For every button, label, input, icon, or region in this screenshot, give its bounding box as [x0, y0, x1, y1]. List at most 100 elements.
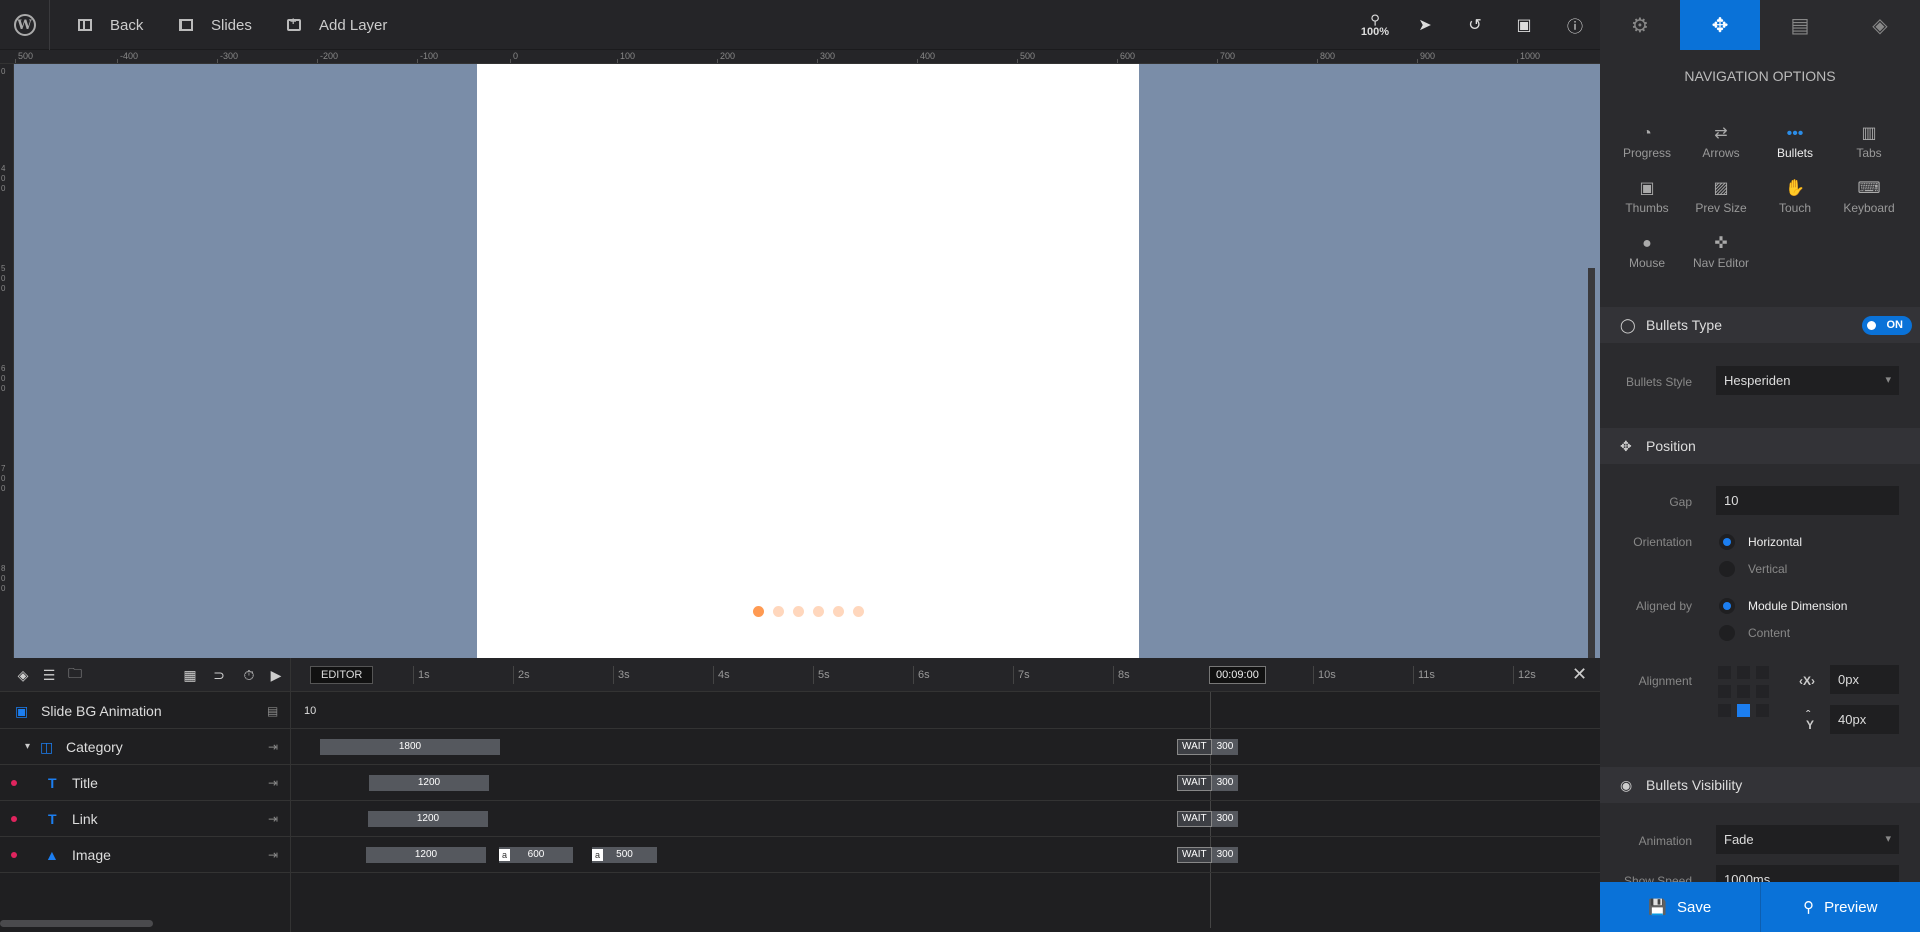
zoom-button[interactable]: ⚲ 100% — [1355, 0, 1395, 50]
slide-canvas[interactable] — [477, 64, 1139, 658]
collapse-arrow-icon[interactable]: ▾ — [25, 729, 30, 765]
close-timeline-button[interactable]: ✕ — [1572, 664, 1587, 685]
tab-slide-options[interactable]: ▤ — [1760, 0, 1840, 50]
bullets-visibility-header[interactable]: ◉ Bullets Visibility — [1600, 767, 1920, 803]
timecode[interactable]: 00:09:00 — [1209, 666, 1266, 684]
wait-bar[interactable]: WAIT 300 — [1177, 739, 1239, 755]
alignment-cell[interactable] — [1737, 666, 1750, 679]
x-offset-input[interactable]: 0px — [1830, 665, 1899, 694]
timeline-row-link[interactable]: T Link ⇥ 1200 WAIT 300 — [0, 801, 1600, 837]
orientation-horizontal-radio[interactable] — [1719, 534, 1735, 550]
add-layer-button[interactable]: Add Layer — [287, 0, 387, 50]
tab-settings[interactable]: ⚙ — [1600, 0, 1680, 50]
nav-option-arrows[interactable]: ⇄ Arrows — [1684, 122, 1758, 172]
animation-bar[interactable]: 1800 — [320, 739, 500, 755]
ruler-tick-label: 6 — [1, 364, 6, 373]
editor-tag[interactable]: EDITOR — [310, 666, 374, 684]
aligned-module-radio[interactable] — [1719, 598, 1735, 614]
animation-bar-loop[interactable]: a 600 — [499, 847, 573, 863]
bar-prefix: a — [499, 849, 510, 861]
alignment-cell[interactable] — [1718, 666, 1731, 679]
device-view-button[interactable]: ▣ — [1504, 0, 1544, 50]
nav-option-keyboard[interactable]: ⌨ Keyboard — [1832, 177, 1906, 227]
alignment-cell[interactable] — [1756, 666, 1769, 679]
timeline-row-image[interactable]: ▲ Image ⇥ 1200 a 600 a 500 WAIT 300 — [0, 837, 1600, 873]
folder-icon: 🗀 — [68, 665, 82, 681]
tab-layers[interactable]: ◈ — [1840, 0, 1920, 50]
wait-bar[interactable]: WAIT 300 — [1177, 847, 1239, 863]
wait-bar[interactable]: WAIT 300 — [1177, 811, 1239, 827]
nav-option-tabs[interactable]: ▥ Tabs — [1832, 122, 1906, 172]
animation-bar[interactable]: 1200 — [368, 811, 488, 827]
bullet-dot[interactable] — [852, 606, 864, 617]
save-button[interactable]: 💾 Save — [1600, 882, 1760, 932]
wordpress-logo-button[interactable]: W — [0, 0, 50, 50]
row-label: Image — [72, 847, 111, 863]
alignment-cell[interactable] — [1756, 704, 1769, 717]
nav-option-thumbs[interactable]: ▣ Thumbs — [1610, 177, 1684, 227]
bullets-style-select[interactable]: Hesperiden — [1716, 366, 1899, 395]
animation-select[interactable]: Fade — [1716, 825, 1899, 854]
undo-button[interactable]: ↺ — [1455, 0, 1495, 50]
back-button[interactable]: Back — [78, 0, 143, 50]
stopwatch-icon: ⏱ — [243, 666, 255, 683]
gap-input[interactable]: 10 — [1716, 486, 1899, 515]
layers-toggle-button[interactable]: ◈ — [10, 658, 36, 692]
alignment-cell[interactable] — [1737, 685, 1750, 698]
tab-navigation[interactable]: ✥ — [1680, 0, 1760, 50]
play-button[interactable]: ▶ — [263, 658, 289, 692]
cursor-tool-button[interactable]: ➤ — [1405, 0, 1445, 50]
animation-bar-loop[interactable]: a 500 — [592, 847, 657, 863]
ruler-tick-label: -100 — [420, 51, 439, 61]
nav-option-mouse[interactable]: ● Mouse — [1610, 232, 1684, 282]
alignment-cell[interactable] — [1737, 704, 1750, 717]
nav-option-touch[interactable]: ✋ Touch — [1758, 177, 1832, 227]
bullet-dot[interactable] — [752, 606, 764, 617]
aligned-content-radio[interactable] — [1719, 625, 1735, 641]
timeline-row-category[interactable]: ▾ ◫ Category ⇥ 1800 WAIT 300 — [0, 729, 1600, 765]
row-end-icon[interactable]: ⇥ — [268, 729, 278, 765]
animation-bar[interactable]: 1200 — [366, 847, 486, 863]
timeline-row-slide-bg[interactable]: ▣ Slide BG Animation ▤ 10 — [0, 693, 1600, 729]
alignment-cell[interactable] — [1718, 704, 1731, 717]
layer-dot — [11, 816, 17, 822]
bullet-dot[interactable] — [812, 606, 824, 617]
timer-button[interactable]: ⏱ — [236, 658, 262, 692]
bullet-dot[interactable] — [792, 606, 804, 617]
canvas-stage[interactable] — [14, 64, 1600, 658]
nav-option-prev-size[interactable]: ▨ Prev Size — [1684, 177, 1758, 227]
bullet-dot[interactable] — [832, 606, 844, 617]
section-title: Bullets Visibility — [1646, 777, 1743, 793]
alignment-cell[interactable] — [1756, 685, 1769, 698]
timeline-row-title[interactable]: T Title ⇥ 1200 WAIT 300 — [0, 765, 1600, 801]
nav-option-bullets[interactable]: ••• Bullets — [1758, 122, 1832, 172]
drop-icon: ◯ — [1620, 317, 1636, 333]
bg-image-icon[interactable]: ▤ — [267, 693, 278, 729]
orientation-vertical-radio[interactable] — [1719, 561, 1735, 577]
grid-snap-button[interactable]: ▦ — [177, 658, 203, 692]
animation-bar[interactable]: 1200 — [369, 775, 489, 791]
list-view-button[interactable]: ☰ — [36, 658, 62, 692]
timeline-scrollbar[interactable] — [0, 920, 153, 927]
position-header[interactable]: ✥ Position — [1600, 428, 1920, 464]
row-end-icon[interactable]: ⇥ — [268, 801, 278, 837]
bullets-type-header[interactable]: ◯ Bullets Type ON — [1600, 307, 1920, 343]
nav-option-nav-editor[interactable]: ✜ Nav Editor — [1684, 232, 1758, 282]
wait-bar[interactable]: WAIT 300 — [1177, 775, 1239, 791]
row-end-icon[interactable]: ⇥ — [268, 837, 278, 873]
y-offset-input[interactable]: 40px — [1830, 705, 1899, 734]
show-speed-label: Show Speed — [1623, 874, 1692, 882]
x-axis-label: ‹X› — [1799, 674, 1816, 688]
bullet-dot[interactable] — [772, 606, 784, 617]
row-end-icon[interactable]: ⇥ — [268, 765, 278, 801]
folder-button[interactable]: 🗀 — [62, 658, 88, 692]
canvas-scrollbar[interactable] — [1588, 268, 1595, 658]
alignment-cell[interactable] — [1718, 685, 1731, 698]
slides-button[interactable]: Slides — [179, 0, 252, 50]
bullets-toggle[interactable]: ON — [1862, 316, 1912, 335]
preview-button[interactable]: ⚲ Preview — [1759, 882, 1920, 932]
magnet-button[interactable]: ⊃ — [206, 658, 232, 692]
nav-option-progress[interactable]: ◔ Progress — [1610, 122, 1684, 172]
show-speed-input[interactable]: 1000ms — [1716, 865, 1899, 882]
help-button[interactable]: ⓘ — [1555, 0, 1595, 50]
